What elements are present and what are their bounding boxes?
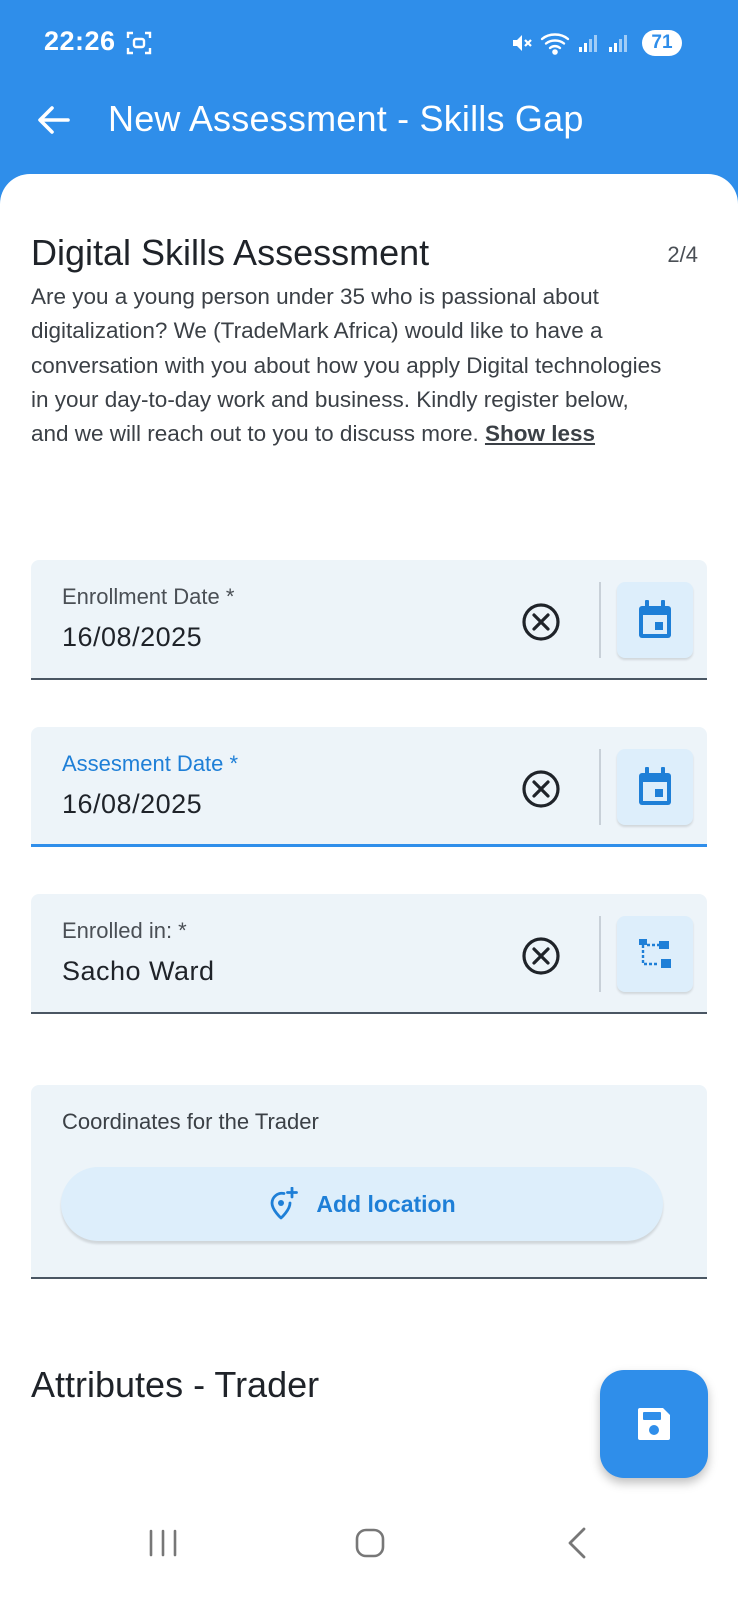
enrolled-in-field[interactable]: Enrolled in: * Sacho Ward [31, 894, 707, 1014]
org-unit-picker-button[interactable] [617, 916, 693, 992]
section-description: Are you a young person under 35 who is p… [31, 280, 671, 451]
system-nav-bar [0, 1500, 738, 1600]
field-divider [599, 582, 601, 658]
step-counter: 2/4 [667, 242, 698, 267]
field-value[interactable]: 16/08/2025 [62, 789, 202, 820]
form-sheet: Digital Skills Assessment 2/4 Are you a … [0, 174, 738, 1600]
clear-icon [522, 937, 560, 975]
arrow-left-icon [38, 106, 70, 134]
screenshot-icon [126, 30, 152, 56]
calendar-icon [639, 767, 671, 805]
date-picker-button[interactable] [617, 749, 693, 825]
recents-icon[interactable] [148, 1528, 178, 1563]
signal-icon [576, 31, 600, 55]
add-location-label: Add location [316, 1190, 456, 1217]
back-button[interactable] [34, 100, 74, 140]
field-label: Enrollment Date * [62, 584, 235, 609]
app-bar: New Assessment - Skills Gap [0, 86, 738, 176]
field-label: Enrolled in: * [62, 918, 187, 943]
coordinates-field: Coordinates for the Trader Add location [31, 1085, 707, 1279]
clear-button[interactable] [519, 934, 563, 978]
add-location-button[interactable]: Add location [61, 1167, 663, 1241]
field-value[interactable]: Sacho Ward [62, 956, 215, 987]
clear-button[interactable] [519, 767, 563, 811]
show-less-link[interactable]: Show less [485, 421, 595, 446]
clear-icon [522, 603, 560, 641]
calendar-icon [639, 600, 671, 638]
add-location-icon [270, 1187, 299, 1220]
status-bar: 22:26 71 [0, 0, 738, 86]
coordinates-label: Coordinates for the Trader [62, 1109, 319, 1134]
wifi-icon [540, 31, 570, 55]
status-icons: 71 [510, 28, 682, 58]
assessment-date-field[interactable]: Assesment Date * 16/08/2025 [31, 727, 707, 847]
field-divider [599, 749, 601, 825]
home-icon[interactable] [354, 1527, 386, 1564]
battery-indicator: 71 [642, 30, 682, 56]
status-time: 22:26 [44, 26, 116, 56]
mute-icon [510, 31, 534, 55]
field-divider [599, 916, 601, 992]
org-tree-icon [639, 939, 671, 968]
back-icon[interactable] [565, 1526, 589, 1565]
field-value[interactable]: 16/08/2025 [62, 622, 202, 653]
enrollment-date-field[interactable]: Enrollment Date * 16/08/2025 [31, 560, 707, 680]
field-label: Assesment Date * [62, 751, 239, 776]
page-title: New Assessment - Skills Gap [108, 98, 584, 139]
attributes-section-title: Attributes - Trader [31, 1364, 320, 1405]
clear-icon [522, 770, 560, 808]
signal-icon [606, 31, 630, 55]
date-picker-button[interactable] [617, 582, 693, 658]
save-button[interactable] [600, 1370, 708, 1478]
section-title: Digital Skills Assessment [31, 232, 430, 273]
clear-button[interactable] [519, 600, 563, 644]
save-icon [638, 1408, 670, 1440]
